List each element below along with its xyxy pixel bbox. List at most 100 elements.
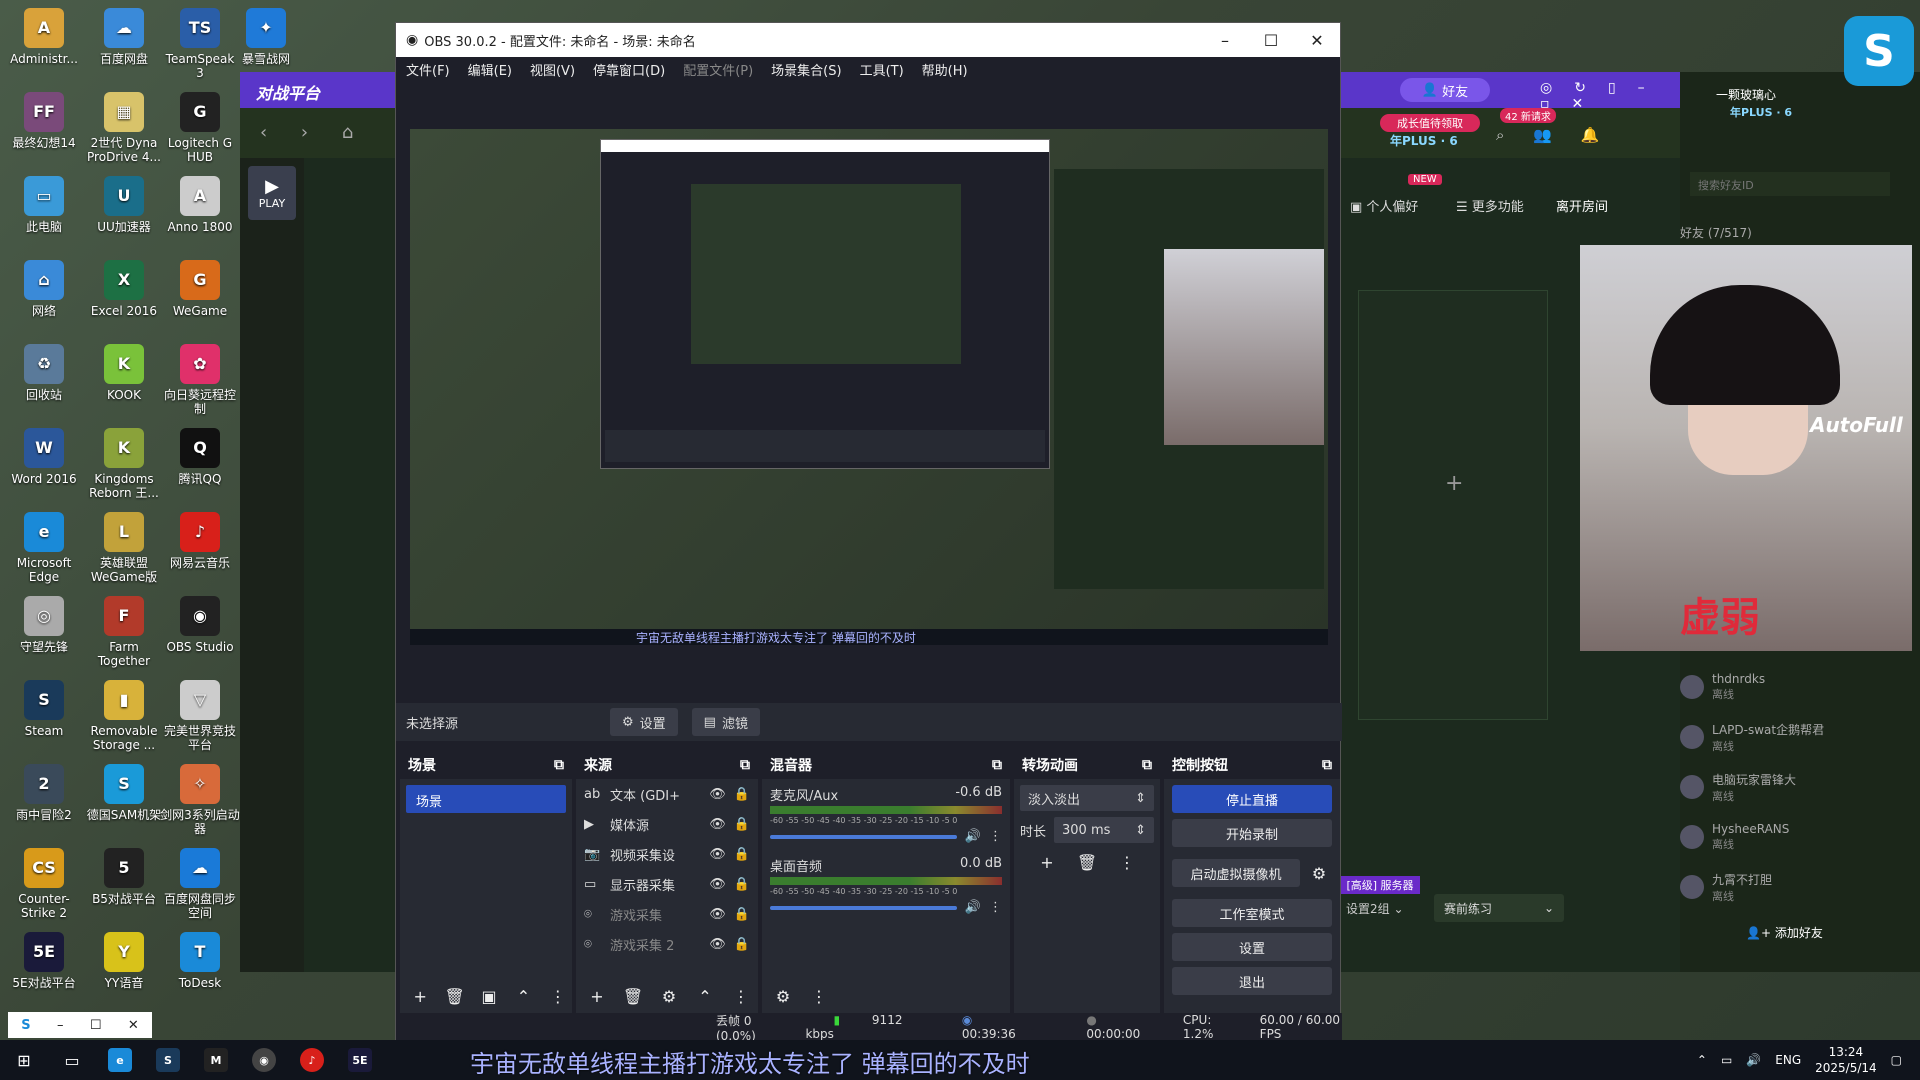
source-item[interactable]: ⌾ 游戏采集 2 👁 🔒 xyxy=(576,929,758,959)
obs-icon[interactable]: ◉ xyxy=(240,1040,288,1080)
desktop-icon[interactable]: ▮ Removable Storage ... xyxy=(84,680,164,752)
menu-item[interactable]: 配置文件(P) xyxy=(683,60,753,79)
start-button[interactable]: ⊞ xyxy=(0,1040,48,1080)
settings-button[interactable]: 设置 xyxy=(1172,933,1332,961)
desktop-icon[interactable]: Y YY语音 xyxy=(84,932,164,990)
undock-icon[interactable]: ⧉ xyxy=(554,757,564,773)
visibility-icon[interactable]: 👁 xyxy=(709,937,726,952)
desktop-icon[interactable]: ♪ 网易云音乐 xyxy=(160,512,240,570)
play-button[interactable]: ▶ PLAY xyxy=(248,166,296,220)
add-transition-icon[interactable]: + xyxy=(1032,849,1062,875)
friend-search-input[interactable]: 搜索好友ID xyxy=(1690,172,1890,196)
friend-item[interactable]: HysheeRANS 离线 xyxy=(1680,812,1920,862)
lock-icon[interactable]: 🔒 xyxy=(734,817,750,832)
clock[interactable]: 13:24 2025/5/14 xyxy=(1815,1044,1877,1076)
desktop-icon[interactable]: ◉ OBS Studio xyxy=(160,596,240,654)
maximize-icon[interactable]: ☐ xyxy=(90,1018,102,1033)
studio-mode-button[interactable]: 工作室模式 xyxy=(1172,899,1332,927)
friend-item[interactable]: thdnrdks 离线 xyxy=(1680,662,1920,712)
desktop-icon[interactable]: 5E 5E对战平台 xyxy=(4,932,84,990)
desktop-icon[interactable]: L 英雄联盟WeGame版 xyxy=(84,512,164,584)
friends-button[interactable]: 👤 好友 xyxy=(1400,78,1490,102)
desktop-icon[interactable]: G Logitech G HUB xyxy=(160,92,240,164)
duration-input[interactable]: 300 ms ⇕ xyxy=(1054,817,1154,843)
desktop-icon[interactable]: ⌂ 网络 xyxy=(4,260,84,318)
sam-floating-icon[interactable]: S xyxy=(1844,16,1914,86)
desktop-icon[interactable]: Q 腾讯QQ xyxy=(160,428,240,486)
desktop-icon[interactable]: K KOOK xyxy=(84,344,164,402)
desktop-icon[interactable]: e Microsoft Edge xyxy=(4,512,84,584)
obs-preview[interactable]: 宇宙无敌单线程主播打游戏太专注了 弹幕回的不及时 xyxy=(410,129,1328,645)
delete-source-icon[interactable]: 🗑 xyxy=(618,983,648,1009)
lock-icon[interactable]: 🔒 xyxy=(734,907,750,922)
steam-icon[interactable]: S xyxy=(144,1040,192,1080)
lock-icon[interactable]: 🔒 xyxy=(734,787,750,802)
delete-scene-icon[interactable]: 🗑 xyxy=(440,983,468,1009)
desktop-icon[interactable]: ✧ 剑网3系列启动器 xyxy=(160,764,240,836)
netease-music-icon[interactable]: ♪ xyxy=(288,1040,336,1080)
menu-item[interactable]: 工具(T) xyxy=(860,60,904,79)
maximize-button[interactable]: ☐ xyxy=(1248,23,1294,57)
friend-item[interactable]: LAPD-swat企鹅帮君 离线 xyxy=(1680,712,1920,762)
exit-button[interactable]: 退出 xyxy=(1172,967,1332,995)
volume-slider[interactable] xyxy=(770,905,957,910)
filter-scene-icon[interactable]: ▣ xyxy=(475,983,503,1009)
undock-icon[interactable]: ⧉ xyxy=(740,757,750,773)
desktop-icon[interactable]: 2 雨中冒险2 xyxy=(4,764,84,822)
scene-item[interactable]: 场景 xyxy=(406,785,566,813)
add-source-icon[interactable]: + xyxy=(582,983,612,1009)
desktop-icon[interactable]: ☁ 百度网盘同步空间 xyxy=(160,848,240,920)
speaker-icon[interactable]: 🔊 xyxy=(965,829,981,844)
virtual-cam-button[interactable]: 启动虚拟摄像机 xyxy=(1172,859,1300,887)
desktop-icon[interactable]: ✿ 向日葵远程控制 xyxy=(160,344,240,416)
source-filters-button[interactable]: ▤ 滤镜 xyxy=(691,708,760,736)
undock-icon[interactable]: ⧉ xyxy=(992,757,1002,773)
source-item[interactable]: ⌾ 游戏采集 👁 🔒 xyxy=(576,899,758,929)
undock-icon[interactable]: ⧉ xyxy=(1322,757,1332,773)
visibility-icon[interactable]: 👁 xyxy=(709,907,726,922)
desktop-icon[interactable]: T ToDesk xyxy=(160,932,240,990)
desktop-icon[interactable]: K Kingdoms Reborn 王... xyxy=(84,428,164,500)
desktop-icon[interactable]: S 德国SAM机架 xyxy=(84,764,164,822)
stop-stream-button[interactable]: 停止直播 xyxy=(1172,785,1332,813)
lock-icon[interactable]: 🔒 xyxy=(734,847,750,862)
delete-transition-icon[interactable]: 🗑 xyxy=(1072,849,1102,875)
desktop-icon[interactable]: A Anno 1800 xyxy=(160,176,240,234)
menu-item[interactable]: 停靠窗口(D) xyxy=(593,60,665,79)
visibility-icon[interactable]: 👁 xyxy=(709,817,726,832)
desktop-icon[interactable]: ☁ 百度网盘 xyxy=(84,8,164,66)
more-functions[interactable]: ☰ 更多功能 xyxy=(1456,196,1524,215)
undock-icon[interactable]: ⧉ xyxy=(1142,757,1152,773)
speaker-icon[interactable]: 🔊 xyxy=(965,900,981,915)
desktop-icon[interactable]: X Excel 2016 xyxy=(84,260,164,318)
minimize-icon[interactable]: – xyxy=(57,1018,64,1033)
add-scene-icon[interactable]: + xyxy=(406,983,434,1009)
minimized-window[interactable]: S – ☐ ✕ xyxy=(8,1012,152,1038)
volume-slider[interactable] xyxy=(770,834,957,839)
source-item[interactable]: ▭ 显示器采集 👁 🔒 xyxy=(576,869,758,899)
edge-icon[interactable]: e xyxy=(96,1040,144,1080)
task-view-icon[interactable]: ▭ xyxy=(48,1040,96,1080)
add-friend-button[interactable]: 👤+ 添加好友 xyxy=(1746,924,1823,941)
minimize-button[interactable]: – xyxy=(1202,23,1248,57)
desktop-icon[interactable]: ✦ 暴雪战网 xyxy=(226,8,306,66)
room-slot[interactable]: + xyxy=(1358,290,1548,720)
friend-item[interactable]: 九霄不打胆 离线 xyxy=(1680,862,1920,912)
desktop-icon[interactable]: U UU加速器 xyxy=(84,176,164,234)
language-indicator[interactable]: ENG xyxy=(1775,1053,1801,1067)
more-icon[interactable]: ⋮ xyxy=(544,983,572,1009)
more-icon[interactable]: ⋮ xyxy=(989,829,1002,844)
notification-icon[interactable]: ▢ xyxy=(1891,1053,1902,1067)
desktop-icon[interactable]: A Administr... xyxy=(4,8,84,66)
more-icon[interactable]: ⋮ xyxy=(989,900,1002,915)
source-item[interactable]: ▶ 媒体源 👁 🔒 xyxy=(576,809,758,839)
lock-icon[interactable]: 🔒 xyxy=(734,937,750,952)
transition-select[interactable]: 淡入淡出 ⇕ xyxy=(1020,785,1154,811)
nav-tools[interactable]: ⌕ 👥 🔔 xyxy=(1496,126,1611,144)
app-icon[interactable]: M xyxy=(192,1040,240,1080)
menu-item[interactable]: 帮助(H) xyxy=(922,60,968,79)
desktop-icon[interactable]: ▽ 完美世界竞技平台 xyxy=(160,680,240,752)
menu-item[interactable]: 视图(V) xyxy=(530,60,575,79)
mode-select[interactable]: 赛前练习 ⌄ xyxy=(1434,894,1564,922)
mixer-settings-icon[interactable]: ⚙ xyxy=(768,983,798,1009)
